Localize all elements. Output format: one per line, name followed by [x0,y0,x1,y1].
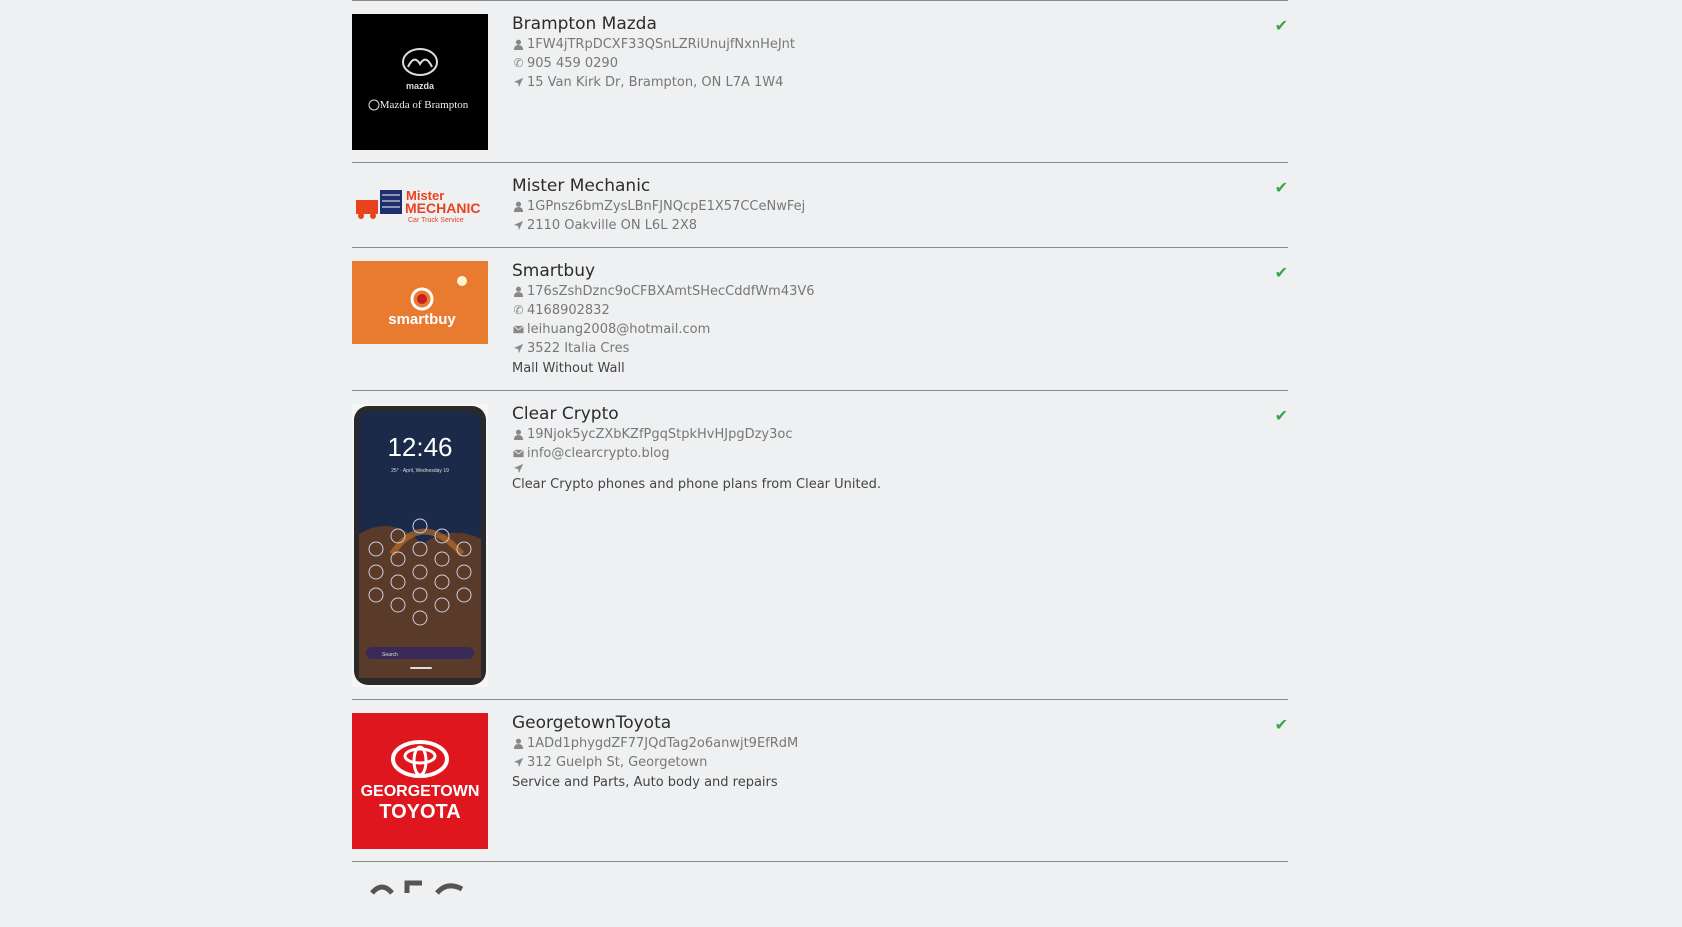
verified-check-icon: ✔ [1274,715,1288,734]
next-listing-logo[interactable] [352,875,488,895]
location-arrow-icon [512,220,525,231]
phone-icon: ✆ [513,56,524,70]
description: Mall Without Wall [512,361,625,376]
envelope-icon [512,324,525,335]
user-icon [512,201,525,212]
description: Clear Crypto phones and phone plans from… [512,477,882,492]
description: Service and Parts, Auto body and repairs [512,775,778,790]
business-name[interactable]: Smartbuy [512,261,1288,281]
user-icon [512,286,525,297]
smartbuy-logo[interactable]: smartbuy [352,261,488,344]
wallet-address: 1GPnsz6bmZysLBnFJNQcpE1X57CCeNwFej [527,199,806,214]
user-icon [512,39,525,50]
envelope-icon [512,448,525,459]
business-name[interactable]: Mister Mechanic [512,176,1288,196]
location-arrow-icon [512,343,525,354]
location-arrow-icon [512,463,525,474]
svg-text:mazda: mazda [406,81,435,91]
svg-text:12:46: 12:46 [387,432,452,462]
list-item: GEORGETOWN TOYOTA GeorgetownToyota 1ADd1… [352,700,1288,861]
phone-icon: ✆ [513,303,524,317]
email: leihuang2008@hotmail.com [527,322,711,337]
wallet-address: 19Njok5ycZXbKZfPgqStpkHvHJpgDzy3oc [527,427,793,442]
list-item: 12:46 25° · April, Wednesday 19 Search C… [352,391,1288,699]
svg-text:GEORGETOWN: GEORGETOWN [361,783,480,800]
phone-number: 905 459 0290 [527,56,618,71]
verified-check-icon: ✔ [1274,16,1288,35]
verified-check-icon: ✔ [1274,406,1288,425]
user-icon [512,738,525,749]
georgetown-toyota-logo[interactable]: GEORGETOWN TOYOTA [352,713,488,849]
business-name[interactable]: Brampton Mazda [512,14,1288,34]
svg-text:Mazda of Brampton: Mazda of Brampton [380,99,469,111]
user-icon [512,429,525,440]
phone-number: 4168902832 [527,303,610,318]
location: 15 Van Kirk Dr, Brampton, ON L7A 1W4 [527,75,784,90]
clear-crypto-phone-image[interactable]: 12:46 25° · April, Wednesday 19 Search [352,404,488,687]
location: 312 Guelph St, Georgetown [527,755,708,770]
wallet-address: 1ADd1phygdZF77JQdTag2o6anwjt9EfRdM [527,736,799,751]
verified-check-icon: ✔ [1274,263,1288,282]
list-item [352,862,1288,927]
business-name[interactable]: GeorgetownToyota [512,713,1288,733]
location-arrow-icon [512,77,525,88]
svg-text:Car Truck Service: Car Truck Service [408,217,464,224]
svg-text:smartbuy: smartbuy [388,311,456,328]
location: 2110 Oakville ON L6L 2X8 [527,218,698,233]
brampton-mazda-logo[interactable]: mazda Mazda of Brampton [352,14,488,150]
location: 3522 Italia Cres [527,341,630,356]
mister-mechanic-logo[interactable]: Mister MECHANIC Car Truck Service [352,176,488,230]
list-item: Mister MECHANIC Car Truck Service Mister… [352,163,1288,247]
svg-text:TOYOTA: TOYOTA [379,801,460,823]
email: info@clearcrypto.blog [527,446,670,461]
business-name[interactable]: Clear Crypto [512,404,1288,424]
location-arrow-icon [512,757,525,768]
business-list: mazda Mazda of Brampton Brampton Mazda 1… [352,0,1288,927]
svg-text:25° · April, Wednesday 19: 25° · April, Wednesday 19 [391,468,449,474]
list-item: smartbuy Smartbuy 176sZshDznc9oCFBXAmtSH… [352,248,1288,390]
svg-text:MECHANIC: MECHANIC [405,200,480,216]
svg-text:Search: Search [382,652,398,658]
wallet-address: 176sZshDznc9oCFBXAmtSHecCddfWm43V6 [527,284,815,299]
list-item: mazda Mazda of Brampton Brampton Mazda 1… [352,1,1288,162]
wallet-address: 1FW4jTRpDCXF33QSnLZRiUnujfNxnHeJnt [527,37,796,52]
verified-check-icon: ✔ [1274,178,1288,197]
